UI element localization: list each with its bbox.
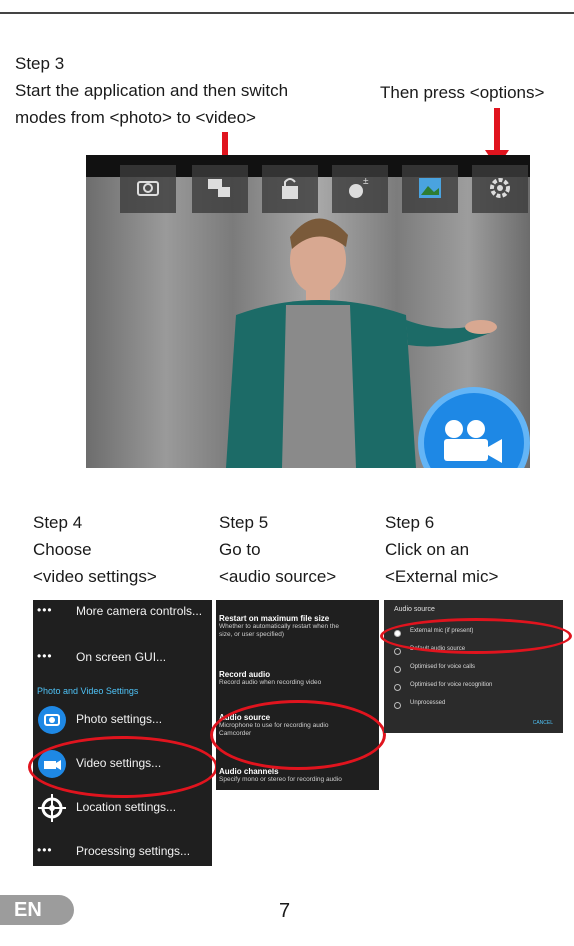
- lock-button[interactable]: [262, 165, 318, 213]
- step3-line2: modes from <photo> to <video>: [15, 108, 256, 127]
- lock-icon: [282, 178, 298, 199]
- step6-title: Step 6: [385, 513, 435, 532]
- more-dots-icon: •••: [37, 843, 53, 857]
- video-mode-icon: [208, 179, 230, 197]
- radio-icon: [394, 666, 401, 673]
- page-number: 7: [279, 900, 291, 922]
- step3-title: Step 3: [15, 54, 65, 73]
- more-dots-icon: •••: [37, 649, 53, 663]
- camera-app-screenshot: ±: [86, 155, 530, 468]
- highlight-oval: [210, 700, 386, 770]
- location-icon: [38, 794, 66, 822]
- exposure-icon: ±: [349, 176, 369, 198]
- photo-video-mode-button[interactable]: [192, 165, 248, 213]
- step4-title: Step 4: [33, 513, 83, 532]
- more-dots-icon: •••: [37, 603, 53, 617]
- svg-text:±: ±: [363, 176, 369, 187]
- section-header: Photo and Video Settings: [37, 686, 139, 696]
- highlight-oval: [28, 736, 218, 798]
- radio-icon: [394, 702, 401, 709]
- gallery-icon: [419, 178, 441, 198]
- restart-on-max-file-size-item[interactable]: Restart on maximum file size Whether to …: [219, 614, 339, 639]
- language-badge: EN: [0, 895, 74, 925]
- gear-icon: [490, 178, 510, 198]
- step3-right-text: Then press <options>: [380, 83, 545, 102]
- settings-panel-step4: ••• More camera controls... ••• On scree…: [33, 600, 212, 866]
- record-video-button[interactable]: [418, 387, 530, 468]
- camera-icon: [38, 706, 66, 734]
- cancel-button[interactable]: CANCEL: [533, 720, 553, 726]
- on-screen-gui-item[interactable]: ••• On screen GUI...: [33, 640, 212, 680]
- step6-line1: Click on an: [385, 540, 470, 559]
- top-rule: [0, 12, 574, 14]
- step5-line2: <audio source>: [219, 567, 337, 586]
- radio-icon: [394, 648, 401, 655]
- step5-title: Step 5: [219, 513, 269, 532]
- step3-line1: Start the application and then switch: [15, 81, 289, 100]
- switch-camera-icon: [137, 181, 159, 196]
- switch-camera-button[interactable]: [120, 165, 176, 213]
- options-button[interactable]: [472, 165, 528, 213]
- exposure-button[interactable]: ±: [332, 165, 388, 213]
- processing-settings-item[interactable]: ••• Processing settings...: [33, 834, 212, 866]
- dialog-title: Audio source: [394, 606, 435, 613]
- record-audio-item[interactable]: Record audio Record audio when recording…: [219, 670, 321, 687]
- video-camera-icon: [444, 420, 502, 463]
- audio-channels-item[interactable]: Audio channels Specify mono or stereo fo…: [219, 767, 342, 784]
- gallery-button[interactable]: [402, 165, 458, 213]
- step6-line2: <External mic>: [385, 567, 499, 586]
- more-camera-controls-item[interactable]: ••• More camera controls...: [33, 600, 212, 634]
- step5-line1: Go to: [219, 540, 261, 559]
- step4-line1: Choose: [33, 540, 92, 559]
- radio-icon: [394, 684, 401, 691]
- step4-line2: <video settings>: [33, 567, 157, 586]
- highlight-oval: [380, 618, 572, 654]
